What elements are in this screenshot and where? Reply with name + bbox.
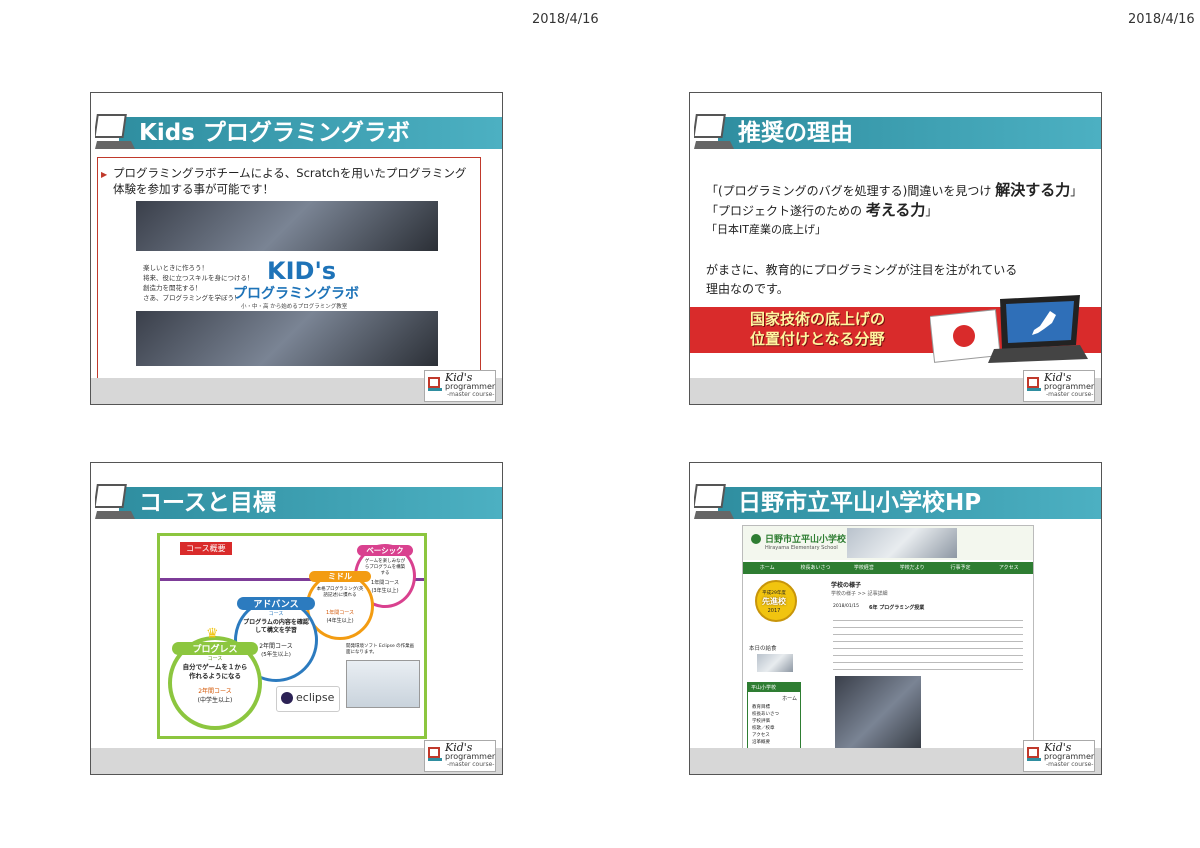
lunch-label: 本日の給食 <box>749 646 777 652</box>
menu-item[interactable]: 校長あいさつ <box>748 711 800 718</box>
nav-newsletter[interactable]: 学校だより <box>888 562 936 574</box>
crown-icon: ♛ <box>206 626 219 642</box>
kids-programmer-logo: Kid's programmer -master course- <box>424 370 496 402</box>
explanation-2: 理由なのです。 <box>706 282 789 296</box>
menu-item[interactable]: 校歌／校章 <box>748 725 800 732</box>
kids-lab-logo: KID's プログラミングラボ <box>233 257 359 302</box>
photo-strip-bottom <box>136 311 438 366</box>
kids-programmer-logo: Kid's programmer -master course- <box>424 740 496 772</box>
print-date-right: 2018/4/16 <box>1128 12 1195 27</box>
menu-home[interactable]: ホーム <box>748 692 800 704</box>
nav-management[interactable]: 学校経営 <box>840 562 888 574</box>
slide-kids-programming-lab: Kids プログラミングラボ ▶ プログラミングラボチームによる、Scratch… <box>90 92 503 405</box>
print-date-left: 2018/4/16 <box>532 12 599 27</box>
menu-item[interactable]: 沿革概要 <box>748 739 800 746</box>
progress-badge: ♛ プログレス コース 自分でゲームを１から作れるようになる 2年間コース (中… <box>168 626 262 730</box>
article-date: 2018/01/15 <box>833 604 859 609</box>
school-logo-icon <box>751 534 761 544</box>
website-screenshot: 日野市立平山小学校 Hirayama Elementary School ホーム… <box>742 525 1034 763</box>
ide-screenshot <box>346 660 420 708</box>
course-diagram: コース概要 ベーシック ゲームを楽しみながらプログラムを構築する 1年間コース … <box>157 533 427 739</box>
slide-title: コースと目標 <box>139 490 276 516</box>
eclipse-note: 開発環境ソフト Eclipse の作業画面になります。 <box>346 644 415 655</box>
overview-tag: コース概要 <box>180 542 232 555</box>
article-title: 6年 プログラミング授業 <box>869 605 925 611</box>
logo-laptop-icon <box>1027 747 1041 761</box>
slide-title: 日野市立平山小学校HP <box>738 490 982 516</box>
nav-home[interactable]: ホーム <box>743 562 791 574</box>
photo-strip-top <box>136 201 438 251</box>
explanation-1: がまさに、教育的にプログラミングが注目を注がれている <box>706 263 1018 277</box>
slide-recommendation-reasons: 推奨の理由 「(プログラミングのバグを処理する)間違いを見つけ 解決する力」 「… <box>689 92 1102 405</box>
banner-text: 国家技術の底上げの 位置付けとなる分野 <box>750 310 886 348</box>
laptop-icon <box>95 484 135 519</box>
logo-caption: 小・中・高 から始めるプログラミング教室 <box>241 304 348 310</box>
site-header: 日野市立平山小学校 Hirayama Elementary School <box>743 526 1033 560</box>
nav-greeting[interactable]: 校長あいさつ <box>791 562 839 574</box>
eclipse-logo: eclipse <box>276 686 340 712</box>
slide-courses-and-goals: コースと目標 コース概要 ベーシック ゲームを楽しみながらプログラムを構築する … <box>90 462 503 775</box>
slide-title: 推奨の理由 <box>738 120 853 146</box>
logo-laptop-icon <box>428 377 442 391</box>
school-building-photo <box>847 528 957 558</box>
logo-laptop-icon <box>1027 377 1041 391</box>
japan-flag-laptop-icon <box>930 295 1088 363</box>
nav-events[interactable]: 行事予定 <box>936 562 984 574</box>
laptop-icon <box>694 484 734 519</box>
article-heading: 学校の様子 <box>831 582 862 589</box>
reason-line-3: 「日本IT産業の底上げ」 <box>706 223 826 236</box>
logo-laptop-icon <box>428 747 442 761</box>
lunch-photo <box>757 654 793 672</box>
menu-item[interactable]: アクセス <box>748 732 800 739</box>
menu-item[interactable]: 教育目標 <box>748 704 800 711</box>
slide-title: Kids プログラミングラボ <box>139 120 410 146</box>
advanced-school-badge: 平成29年度 先進校 2017 <box>751 580 797 634</box>
slide-school-homepage: 日野市立平山小学校HP 日野市立平山小学校 Hirayama Elementar… <box>689 462 1102 775</box>
bullet-text: ▶ プログラミングラボチームによる、Scratchを用いたプログラミング体験を参… <box>101 166 467 196</box>
reason-line-2: 「プロジェクト遂行のための 考える力」 <box>706 201 938 219</box>
laptop-icon <box>95 114 135 149</box>
reason-line-1: 「(プログラミングのバグを処理する)間違いを見つけ 解決する力」 <box>706 181 1083 199</box>
site-nav: ホーム 校長あいさつ 学校経営 学校だより 行事予定 アクセス <box>743 562 1033 574</box>
nav-access[interactable]: アクセス <box>985 562 1033 574</box>
laptop-icon <box>694 114 734 149</box>
kids-programmer-logo: Kid's programmer -master course- <box>1023 740 1095 772</box>
article-body <box>833 616 1023 672</box>
menu-item[interactable]: 学校評価 <box>748 718 800 725</box>
kids-programmer-logo: Kid's programmer -master course- <box>1023 370 1095 402</box>
article-breadcrumb: 学校の様子 >> 記事詳細 <box>831 591 888 597</box>
